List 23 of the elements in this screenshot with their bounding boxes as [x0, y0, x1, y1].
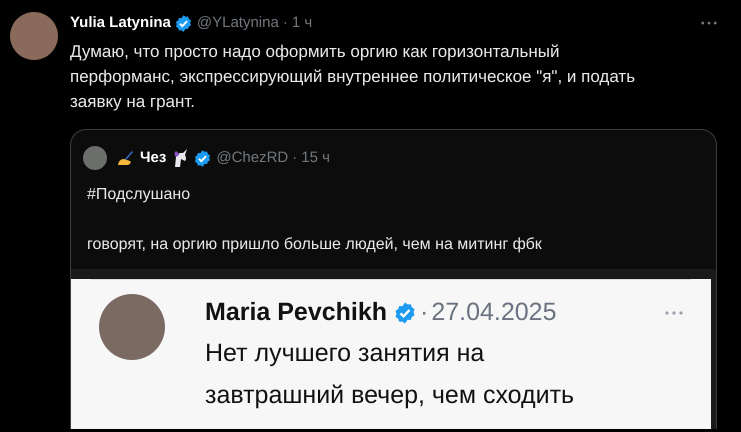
more-icon[interactable] — [701, 21, 717, 25]
quoted-author-name[interactable]: Чез — [140, 146, 166, 170]
quoted-author-handle[interactable]: @ChezRD — [216, 146, 288, 170]
screenshot-author-name: Maria Pevchikh — [205, 297, 388, 328]
quote-card[interactable]: Чез @ChezRD · 15 ч #Подслушано говорят, на оргию пришло больше людей, чем на митинг фбк Maria Pevchikh ·27.04.2025 Нет лучшего занятия на завтрашний вечер, чем сходить — [70, 129, 717, 429]
avatar[interactable] — [83, 146, 107, 170]
separator: · — [292, 148, 298, 168]
author-handle[interactable]: @YLatynina — [196, 12, 279, 34]
post-text: Думаю, что просто надо оформить оргию как горизонтальный перформанс, экспрессирующий внутреннее политическое "я", и подать заявку на грант. — [70, 41, 636, 113]
avatar[interactable] — [10, 12, 58, 60]
quoted-post-text: говорят, на оргию пришло больше людей, чем на митинг фбк — [87, 235, 543, 255]
more-icon[interactable] — [665, 310, 683, 315]
quoted-post-text: #Подслушано — [87, 185, 192, 205]
post-time[interactable]: 1 ч — [292, 12, 312, 34]
embedded-screenshot[interactable]: Maria Pevchikh ·27.04.2025 Нет лучшего занятия на завтрашний вечер, чем сходить — [71, 269, 716, 429]
separator: · — [282, 12, 288, 33]
separator: · — [420, 297, 428, 328]
screenshot-date: 27.04.2025 — [431, 297, 556, 328]
screenshot-text: завтрашний вечер, чем сходить — [205, 380, 576, 410]
quoted-post-time[interactable]: 15 ч — [301, 146, 330, 170]
writing-hand-icon — [115, 148, 135, 168]
screenshot-text: Нет лучшего занятия на — [205, 338, 486, 368]
author-name[interactable]: Yulia Latynina — [70, 12, 171, 34]
